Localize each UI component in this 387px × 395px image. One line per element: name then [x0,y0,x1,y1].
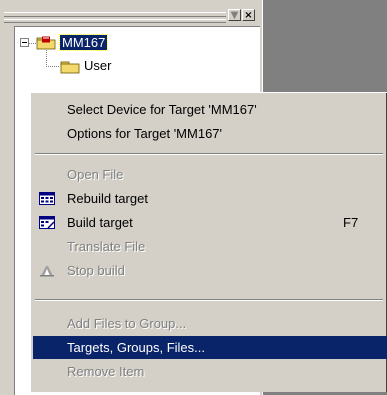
menu-item-label: Select Device for Target 'MM167' [67,102,257,117]
dropdown-button[interactable]: ▼ [228,9,241,21]
menu-item-rebuild-target[interactable]: Rebuild target [33,187,387,210]
menu-item-label: Rebuild target [67,191,148,206]
menu-item-build-target[interactable]: Build target F7 [33,211,387,234]
menu-item-stop-build[interactable]: Stop build [33,259,387,282]
menu-item-label: Options for Target 'MM167' [67,126,223,141]
menu-separator [35,299,383,301]
tree-connector [46,66,59,67]
menu-item-label: Translate File [67,239,146,254]
menu-item-label: Add Files to Group... [67,316,187,331]
menu-item-translate-file[interactable]: Translate File [33,235,387,258]
tree-connector [46,50,47,67]
menu-item-label: Build target [67,215,133,230]
menu-item-label: Stop build [67,263,125,278]
menu-item-label: Remove Item [67,364,145,379]
collapse-expander-icon[interactable] [20,38,29,47]
tree-group-user[interactable]: User [84,58,111,73]
toolbar-grip[interactable] [4,12,226,23]
menu-separator [35,153,383,155]
menu-item-shortcut: F7 [343,215,359,230]
target-folder-icon [36,36,56,50]
menu-item-remove-item[interactable]: Remove Item [33,360,387,383]
build-icon [39,216,55,229]
tree-target-mm167[interactable]: MM167 [58,34,109,51]
menu-item-label: Open File [67,167,124,182]
tree-connector [29,43,36,44]
menu-item-targets-groups-files[interactable]: Targets, Groups, Files... [33,336,387,359]
menu-item-add-files-to-group[interactable]: Add Files to Group... [33,312,387,335]
menu-item-select-device[interactable]: Select Device for Target 'MM167' [33,98,387,121]
folder-icon [60,61,80,74]
menu-item-label: Targets, Groups, Files... [67,340,205,355]
close-button[interactable]: × [242,9,255,21]
menu-item-options-for-target[interactable]: Options for Target 'MM167' [33,122,387,145]
stop-build-icon [40,266,54,277]
rebuild-icon [39,192,55,205]
context-menu: Select Device for Target 'MM167' Options… [30,92,387,392]
menu-item-open-file[interactable]: Open File [33,163,387,186]
